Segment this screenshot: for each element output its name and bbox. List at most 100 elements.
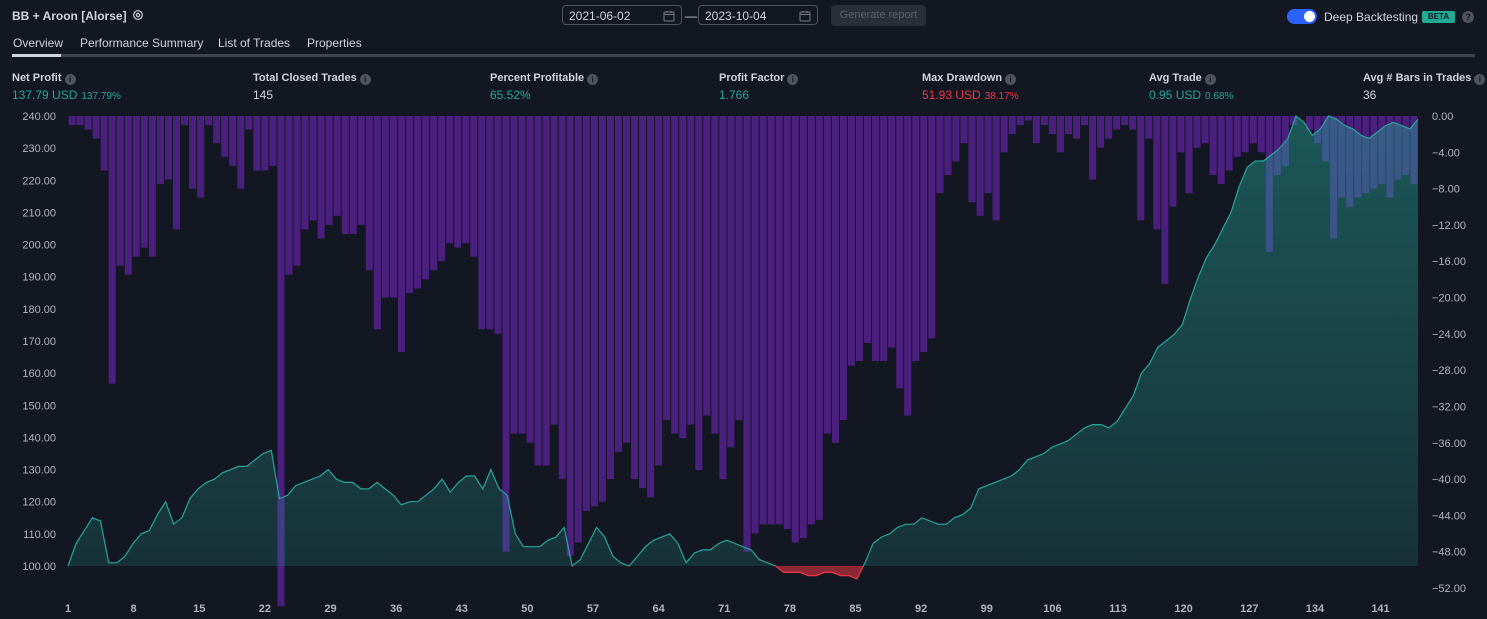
drawdown-bar [181,116,189,126]
drawdown-bar [1225,116,1233,171]
drawdown-bar [1241,116,1249,153]
drawdown-bar [76,116,84,126]
drawdown-bar [566,116,574,557]
info-icon[interactable]: i [64,74,76,85]
y-tick-label-left: 170.00 [22,336,56,348]
date-to-field[interactable]: 2023-10-04 [698,5,818,25]
deep-backtesting-toggle[interactable] [1287,9,1317,24]
drawdown-bar [872,116,880,362]
drawdown-bar [542,116,550,466]
drawdown-bar [518,116,526,434]
equity-chart[interactable]: 240.00230.00220.00210.00200.00190.00180.… [0,102,1487,619]
drawdown-bar [349,116,357,234]
y-tick-label-left: 220.00 [22,175,56,187]
tab-performance-summary[interactable]: Performance Summary [80,36,203,50]
drawdown-bar [1040,116,1048,126]
y-tick-label-left: 100.00 [22,561,56,573]
x-tick-label: 22 [259,603,271,615]
settings-icon[interactable] [132,9,144,21]
info-icon[interactable]: i [1005,74,1017,85]
drawdown-bar [743,116,751,552]
date-from-field[interactable]: 2021-06-02 [562,5,682,25]
drawdown-bar [325,116,333,225]
x-tick-label: 141 [1371,603,1389,615]
drawdown-bar [590,116,598,507]
info-icon[interactable]: i [587,74,599,85]
drawdown-bar [454,116,462,248]
drawdown-bar [526,116,534,443]
info-icon[interactable]: i [1474,74,1486,85]
drawdown-bar [1137,116,1145,221]
generate-report-button[interactable]: Generate report [831,5,926,26]
drawdown-bar [1209,116,1217,175]
drawdown-bar [462,116,470,244]
drawdown-bar [1153,116,1161,230]
info-icon[interactable]: i [1204,74,1216,85]
drawdown-bar [1064,116,1072,135]
info-icon[interactable]: i [359,74,371,85]
drawdown-bar [1185,116,1193,194]
drawdown-bar [759,116,767,525]
metric-net-profit: Net Profit i 137.79 USD 137.79% [12,72,121,102]
drawdown-bar [229,116,237,166]
x-tick-label: 78 [784,603,796,615]
drawdown-bar [269,116,277,166]
x-tick-label: 71 [718,603,730,615]
x-tick-label: 99 [981,603,993,615]
drawdown-bar [124,116,132,275]
drawdown-bar [864,116,872,343]
drawdown-bar [68,116,76,126]
drawdown-bar [1000,116,1008,153]
drawdown-bar [815,116,823,520]
x-tick-label: 43 [456,603,468,615]
y-tick-label-right: −16.00 [1432,256,1466,268]
drawdown-bar [775,116,783,525]
x-tick-label: 113 [1109,603,1127,615]
tab-properties[interactable]: Properties [307,36,362,50]
drawdown-bar [687,116,695,425]
drawdown-bar [510,116,518,434]
info-icon[interactable]: i [787,74,799,85]
metric-avg-trade: Avg Trade i 0.95 USD 0.68% [1149,72,1233,102]
drawdown-bar [839,116,847,421]
y-tick-label-left: 150.00 [22,400,56,412]
drawdown-bar [486,116,494,330]
drawdown-bar [695,116,703,470]
y-tick-label-left: 160.00 [22,368,56,380]
x-tick-label: 50 [521,603,533,615]
drawdown-bar [156,116,164,185]
y-tick-label-right: −8.00 [1432,184,1460,196]
drawdown-bar [904,116,912,416]
metric-profit-factor: Profit Factor i 1.766 [719,72,799,102]
drawdown-bar [1121,116,1129,126]
drawdown-bar [1249,116,1257,144]
beta-badge: BETA [1422,11,1455,23]
calendar-icon[interactable] [663,10,675,22]
calendar-icon[interactable] [799,10,811,22]
y-tick-label-left: 140.00 [22,432,56,444]
drawdown-bar [992,116,1000,221]
drawdown-bar [1177,116,1185,153]
drawdown-bar [430,116,438,271]
drawdown-bar [671,116,679,434]
drawdown-bar [582,116,590,511]
tab-list-of-trades[interactable]: List of Trades [218,36,290,50]
metric-value: 0.95 USD [1149,88,1202,102]
drawdown-bar [711,116,719,434]
toggle-knob [1304,11,1315,22]
drawdown-bar [213,116,221,144]
metric-value: 1.766 [719,88,750,102]
drawdown-bar [856,116,864,362]
drawdown-bar [397,116,405,352]
drawdown-bar [574,116,582,543]
drawdown-bar [622,116,630,443]
drawdown-bar [614,116,622,452]
drawdown-bar [1145,116,1153,139]
x-tick-label: 120 [1174,603,1192,615]
help-icon[interactable]: ? [1462,11,1474,23]
y-tick-label-left: 120.00 [22,497,56,509]
strategy-title: BB + Aroon [Alorse] [12,9,127,23]
tab-overview[interactable]: Overview [13,36,63,50]
metric-value: 36 [1363,88,1377,102]
drawdown-bar [550,116,558,425]
